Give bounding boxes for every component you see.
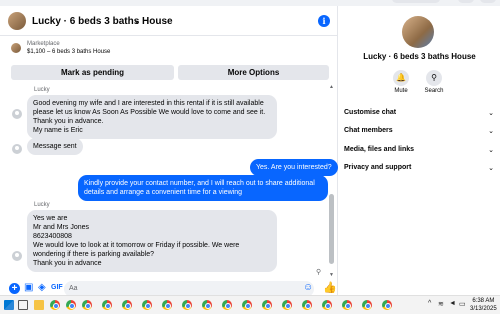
- search-label: Search: [424, 88, 444, 94]
- sender-name: Lucky: [34, 202, 50, 208]
- chat-panel: Lucky · 6 beds 3 baths House ⌄ i Marketp…: [0, 6, 338, 297]
- sender-avatar: [12, 144, 22, 154]
- section-label: Chat members: [344, 127, 393, 134]
- chrome-icon[interactable]: [282, 300, 292, 310]
- mark-as-pending-button[interactable]: Mark as pending: [11, 65, 174, 80]
- chrome-icon[interactable]: [262, 300, 272, 310]
- battery-icon[interactable]: ▭: [459, 300, 466, 308]
- taskbar-clock[interactable]: 6:38 AM 3/13/2025: [470, 297, 497, 313]
- search-action[interactable]: ⚲ Search: [414, 70, 454, 94]
- account-button[interactable]: [480, 0, 496, 3]
- section-chat-members[interactable]: Chat members ⌄: [344, 127, 494, 135]
- listing-thumbnail: [11, 43, 21, 53]
- message-bubble-outgoing: Kindly provide your contact number, and …: [78, 175, 328, 201]
- message-list: Lucky Good evening my wife and I are int…: [0, 83, 338, 278]
- chat-avatar[interactable]: [8, 12, 26, 30]
- gif-icon[interactable]: GIF: [51, 284, 63, 291]
- chevron-down-icon: ⌄: [488, 147, 494, 154]
- message-scrollbar[interactable]: ▲ ▼: [329, 84, 334, 278]
- conversation-details-panel: Lucky · 6 beds 3 baths House 🔔 Mute ⚲ Se…: [339, 6, 500, 295]
- chrome-icon[interactable]: [122, 300, 132, 310]
- chrome-icon[interactable]: [182, 300, 192, 310]
- section-privacy-support[interactable]: Privacy and support ⌄: [344, 164, 494, 172]
- chevron-up-icon[interactable]: ^: [428, 300, 431, 307]
- message-bubble-outgoing: Yes. Are you interested?: [250, 159, 338, 176]
- section-media-files-links[interactable]: Media, files and links ⌄: [344, 146, 494, 154]
- taskbar-search-icon[interactable]: [18, 300, 28, 310]
- section-label: Privacy and support: [344, 164, 412, 171]
- bell-icon[interactable]: 🔔: [393, 70, 409, 86]
- speaker-icon[interactable]: ◄: [449, 300, 456, 307]
- image-icon[interactable]: ▣: [24, 282, 33, 293]
- find-friends-button[interactable]: [392, 0, 440, 3]
- message-bubble-incoming: Yes we are Mr and Mrs Jones 8623400808 W…: [27, 210, 277, 272]
- more-options-button[interactable]: More Options: [178, 65, 329, 80]
- sticker-icon[interactable]: ◈: [38, 282, 46, 293]
- section-label: Media, files and links: [344, 146, 415, 153]
- chevron-down-icon: ⌄: [488, 165, 494, 172]
- plus-icon[interactable]: +: [9, 283, 20, 294]
- sender-name: Lucky: [34, 87, 50, 93]
- clock-date: 3/13/2025: [470, 306, 497, 312]
- sender-avatar: [12, 251, 22, 261]
- chrome-icon[interactable]: [382, 300, 392, 310]
- chevron-down-icon: ⌄: [488, 128, 494, 135]
- file-explorer-icon[interactable]: [34, 300, 44, 310]
- scrollbar-thumb[interactable]: [329, 194, 334, 264]
- info-icon[interactable]: i: [318, 15, 330, 27]
- chrome-icon[interactable]: [50, 300, 60, 310]
- windows-start-icon[interactable]: [4, 300, 14, 310]
- listing-title[interactable]: $1,100 – 6 beds 3 baths House: [27, 49, 110, 55]
- scroll-up-arrow-icon[interactable]: ▲: [329, 84, 334, 90]
- section-label: Customise chat: [344, 109, 397, 116]
- marketplace-banner: Marketplace $1,100 – 6 beds 3 baths Hous…: [0, 37, 338, 83]
- chrome-icon[interactable]: [82, 300, 92, 310]
- chevron-down-icon[interactable]: ⌄: [133, 15, 141, 26]
- chrome-icon[interactable]: [66, 300, 76, 310]
- chrome-icon[interactable]: [362, 300, 372, 310]
- clock-time: 6:38 AM: [472, 298, 495, 304]
- chrome-icon[interactable]: [102, 300, 112, 310]
- thumbs-up-icon[interactable]: 👍: [323, 281, 337, 294]
- section-customise-chat[interactable]: Customise chat ⌄: [344, 109, 494, 117]
- chrome-icon[interactable]: [302, 300, 312, 310]
- chrome-icon[interactable]: [342, 300, 352, 310]
- chat-header: Lucky · 6 beds 3 baths House ⌄ i: [0, 6, 338, 36]
- notifications-button[interactable]: [458, 0, 474, 3]
- message-bubble-incoming: Message sent: [27, 138, 83, 155]
- wifi-icon[interactable]: ≋: [438, 300, 444, 308]
- chrome-icon[interactable]: [222, 300, 232, 310]
- marketplace-label: Marketplace: [27, 41, 60, 47]
- profile-avatar[interactable]: [402, 16, 434, 48]
- chrome-icon[interactable]: [142, 300, 152, 310]
- seen-indicator-icon: ⚲: [316, 269, 322, 276]
- chevron-down-icon: ⌄: [488, 110, 494, 117]
- emoji-icon[interactable]: ☺: [303, 282, 313, 293]
- chrome-icon[interactable]: [162, 300, 172, 310]
- chat-title[interactable]: Lucky · 6 beds 3 baths House: [32, 16, 173, 27]
- sender-avatar: [12, 109, 22, 119]
- taskbar: ^ ≋ ◄ ▭ 6:38 AM 3/13/2025: [0, 295, 500, 314]
- chrome-icon[interactable]: [322, 300, 332, 310]
- chrome-icon[interactable]: [202, 300, 212, 310]
- profile-name: Lucky · 6 beds 3 baths House: [363, 52, 476, 61]
- search-icon[interactable]: ⚲: [426, 70, 442, 86]
- chrome-icon[interactable]: [242, 300, 252, 310]
- message-bubble-incoming: Good evening my wife and I are intereste…: [27, 95, 277, 139]
